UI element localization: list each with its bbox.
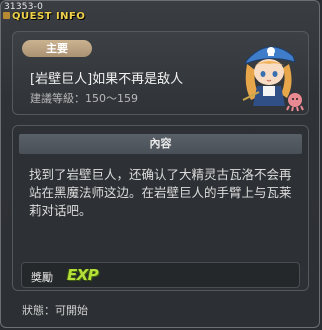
window-title: QUEST INFO: [12, 11, 86, 22]
quest-name: [岩壁巨人]如果不再是敌人: [30, 72, 184, 87]
quest-header-panel: 主要 [岩壁巨人]如果不再是敌人 建議等級：150～159: [12, 31, 309, 115]
recommended-level: 建議等級：150～159: [30, 92, 138, 105]
quest-status: 狀態：可開始: [22, 304, 88, 317]
quest-description: 找到了岩壁巨人，还确认了大精灵古瓦洛不会再站在黑魔法师这边。在岩壁巨人的手臂上与…: [29, 167, 292, 218]
reward-label: 獎勵: [31, 271, 53, 284]
quest-category-tag: 主要: [22, 40, 92, 57]
content-section-title: 內容: [19, 134, 302, 154]
exp-reward-icon: EXP: [67, 266, 99, 284]
reward-box: 獎勵 EXP: [21, 262, 300, 288]
quest-content-panel: 內容 找到了岩壁巨人，还确认了大精灵古瓦洛不会再站在黑魔法师这边。在岩壁巨人的手…: [12, 125, 309, 291]
npc-pirate-girl-icon: [242, 46, 304, 112]
quest-info-window: 31353-0 QUEST INFO 主要 [岩壁巨人]如果不再是敌人 建議等級…: [0, 0, 320, 328]
quest-info-icon: [3, 12, 10, 19]
